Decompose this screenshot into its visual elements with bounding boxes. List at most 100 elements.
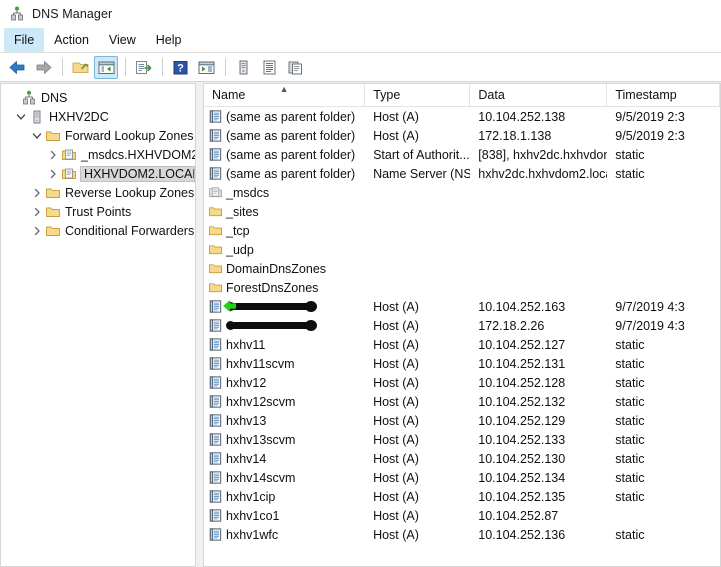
tree-item-dns[interactable]: DNS (1, 88, 195, 107)
menu-action[interactable]: Action (44, 28, 99, 52)
column-header-label: Timestamp (615, 88, 677, 102)
table-row[interactable]: hxhv13scvm Host (A) 10.104.252.133 static (204, 430, 720, 449)
menu-view[interactable]: View (99, 28, 146, 52)
table-row[interactable]: (same as parent folder) Start of Authorit… (204, 145, 720, 164)
properties-button[interactable] (257, 56, 281, 79)
column-header-label: Name (212, 88, 246, 102)
cell-type: Host (A) (373, 489, 419, 504)
table-row[interactable]: (same as parent folder) Host (A) 10.104.25… (204, 107, 720, 126)
up-one-level-button[interactable] (68, 56, 92, 79)
record-name-label: _msdcs (226, 185, 270, 200)
table-row[interactable]: hxhv1co1 Host (A) 10.104.252.87 (204, 506, 720, 525)
cell-data: 10.104.252.134 (478, 470, 566, 485)
column-header-type[interactable]: Type (365, 84, 471, 106)
table-row[interactable]: _sites (204, 202, 720, 221)
tree-item-reverse-lookup-zones[interactable]: Reverse Lookup Zones (1, 183, 195, 202)
tree-item-label: Forward Lookup Zones (65, 128, 194, 143)
cell-name: hxhv11scvm (204, 354, 365, 373)
column-header-data[interactable]: Data (470, 84, 608, 106)
cell-name: _tcp (204, 221, 365, 240)
cell-timestamp: 9/5/2019 2:3 (615, 128, 685, 143)
cell-timestamp: static (615, 451, 645, 466)
tree-item-forward-lookup-zones[interactable]: Forward Lookup Zones (1, 126, 195, 145)
table-row[interactable]: Host (A) 10.104.252.163 9/7/2019 4:3 (204, 297, 720, 316)
cell-data: 172.18.1.138 (478, 128, 552, 143)
table-row[interactable]: _tcp (204, 221, 720, 240)
record-icon (208, 166, 223, 181)
table-row[interactable]: Host (A) 172.18.2.26 9/7/2019 4:3 (204, 316, 720, 335)
tree-item-msdcs-zone[interactable]: _msdcs.HXHVDOM2. (1, 145, 195, 164)
table-row[interactable]: hxhv12 Host (A) 10.104.252.128 static (204, 373, 720, 392)
cell-timestamp: 9/5/2019 2:3 (615, 109, 685, 124)
column-header-timestamp[interactable]: Timestamp (607, 84, 720, 106)
table-row[interactable]: (same as parent folder) Name Server (NS) h… (204, 164, 720, 183)
record-icon (208, 147, 223, 162)
menu-file[interactable]: File (4, 28, 45, 52)
record-icon (208, 527, 223, 542)
cell-timestamp (607, 240, 720, 259)
column-header-label: Data (478, 88, 505, 102)
tree-twisty-expanded-icon[interactable] (29, 128, 45, 144)
cell-type: Host (A) (373, 128, 419, 143)
cell-type (365, 259, 470, 278)
table-row[interactable]: hxhv1wfc Host (A) 10.104.252.136 static (204, 525, 720, 544)
console-tree-toggle-button[interactable] (94, 55, 118, 79)
cell-name: _udp (204, 240, 365, 259)
tree-twisty-expanded-icon[interactable] (13, 109, 29, 125)
table-row[interactable]: hxhv13 Host (A) 10.104.252.129 static (204, 411, 720, 430)
cell-name: ForestDnsZones (204, 278, 365, 297)
title-bar: DNS Manager (0, 0, 721, 28)
back-button[interactable] (5, 56, 29, 79)
tree-item-conditional-forwarders[interactable]: Conditional Forwarders (1, 221, 195, 240)
table-row[interactable]: _udp (204, 240, 720, 259)
record-icon (208, 299, 223, 314)
tree-item-trust-points[interactable]: Trust Points (1, 202, 195, 221)
tree-item-hxhv2dc[interactable]: HXHV2DC (1, 107, 195, 126)
cell-type: Host (A) (373, 432, 419, 447)
cell-type: Host (A) (373, 451, 419, 466)
table-row[interactable]: (same as parent folder) Host (A) 172.18.1.… (204, 126, 720, 145)
tree-item-hxhvdom2-local-zone[interactable]: HXHVDOM2.LOCAL (1, 164, 195, 183)
record-icon (208, 508, 223, 523)
cell-timestamp (607, 259, 720, 278)
menu-help[interactable]: Help (146, 28, 192, 52)
table-row[interactable]: hxhv1cip Host (A) 10.104.252.135 static (204, 487, 720, 506)
column-header-name[interactable]: Name ▲ (204, 84, 366, 106)
tree-twisty-collapsed-icon[interactable] (45, 147, 61, 163)
server-icon (29, 109, 45, 125)
redacted-name-mark (223, 300, 318, 313)
table-row[interactable]: _msdcs (204, 183, 720, 202)
action-pane-toggle-button[interactable] (194, 56, 218, 79)
tree-twisty-collapsed-icon[interactable] (29, 204, 45, 220)
table-row[interactable]: DomainDnsZones (204, 259, 720, 278)
table-row[interactable]: hxhv14scvm Host (A) 10.104.252.134 static (204, 468, 720, 487)
cell-timestamp: static (615, 489, 645, 504)
records-list-pane[interactable]: Name ▲ Type Data Timestamp (same as pare… (203, 83, 721, 567)
help-button[interactable]: ? (168, 56, 192, 79)
record-icon (208, 451, 223, 466)
new-host-button[interactable] (231, 56, 255, 79)
record-name-label: DomainDnsZones (226, 261, 327, 276)
tree-twisty-collapsed-icon[interactable] (29, 223, 45, 239)
record-icon (208, 356, 223, 371)
table-row[interactable]: hxhv12scvm Host (A) 10.104.252.132 static (204, 392, 720, 411)
cell-timestamp (607, 183, 720, 202)
copy-button[interactable] (283, 56, 307, 79)
toolbar-separator (62, 58, 63, 76)
export-list-button[interactable] (131, 56, 155, 79)
record-icon (208, 375, 223, 390)
cell-type (365, 240, 470, 259)
tree-twisty-collapsed-icon[interactable] (29, 185, 45, 201)
tree-item-label: DNS (41, 90, 68, 105)
tree-twisty-collapsed-icon[interactable] (45, 166, 61, 182)
cell-data: 10.104.252.133 (478, 432, 566, 447)
table-row[interactable]: hxhv14 Host (A) 10.104.252.130 static (204, 449, 720, 468)
cell-data: 10.104.252.136 (478, 527, 566, 542)
record-icon (208, 470, 223, 485)
table-row[interactable]: ForestDnsZones (204, 278, 720, 297)
console-tree-pane[interactable]: DNS HXHV2DC Forward Lookup Zones _msdcs.… (0, 83, 196, 567)
forward-button[interactable] (31, 56, 55, 79)
table-row[interactable]: hxhv11scvm Host (A) 10.104.252.131 static (204, 354, 720, 373)
table-row[interactable]: hxhv11 Host (A) 10.104.252.127 static (204, 335, 720, 354)
pane-splitter[interactable] (196, 83, 203, 567)
